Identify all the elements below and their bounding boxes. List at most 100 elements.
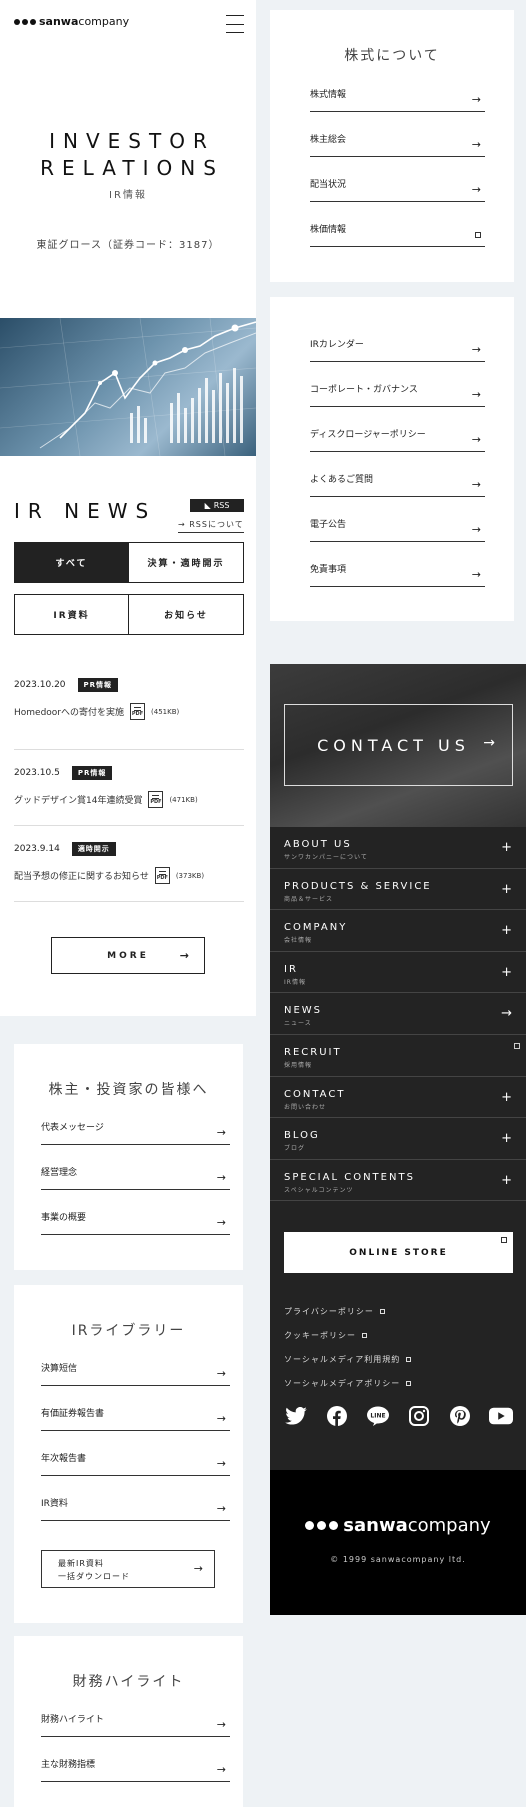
- news-headline[interactable]: 配当予想の修正に関するお知らせ: [14, 869, 149, 882]
- arrow-right-icon: →: [216, 1763, 226, 1776]
- pinterest-icon[interactable]: [448, 1404, 472, 1428]
- news-badge: 適時開示: [71, 842, 116, 856]
- menu-item-special-contents[interactable]: SPECIAL CONTENTS スペシャルコンテンツ +: [270, 1160, 526, 1202]
- menu-label-jp: サンワカンパニーについて: [284, 854, 368, 861]
- tab-financial-disclosure[interactable]: 決算・適時開示: [129, 542, 244, 583]
- logo-light-text: company: [78, 15, 130, 28]
- rss-about-label: RSSについて: [189, 520, 244, 529]
- link-annual-report[interactable]: 年次報告書 →: [41, 1431, 230, 1476]
- tab-ir-materials[interactable]: IR資料: [14, 594, 129, 635]
- link-disclosure-policy[interactable]: ディスクロージャーポリシー →: [310, 407, 485, 452]
- arrow-right-icon: →: [216, 1457, 226, 1470]
- arrow-right-icon: →: [471, 568, 481, 581]
- footer-logo-bold: sanwa: [343, 1515, 408, 1536]
- instagram-icon[interactable]: [407, 1404, 431, 1428]
- plus-icon[interactable]: +: [501, 840, 512, 855]
- plus-icon[interactable]: +: [501, 1131, 512, 1146]
- rss-button[interactable]: ◣ RSS: [190, 499, 244, 512]
- bulk-download-button[interactable]: 最新IR資料 一括ダウンロード →: [41, 1550, 215, 1588]
- youtube-icon[interactable]: [489, 1404, 513, 1428]
- menu-item-products[interactable]: PRODUCTS & SERVICE 商品＆サービス +: [270, 869, 526, 911]
- arrow-right-icon: →: [471, 478, 481, 491]
- plus-icon[interactable]: +: [501, 1090, 512, 1105]
- link-label: 配当状況: [310, 180, 347, 190]
- news-item[interactable]: 2023.9.14 適時開示 配当予想の修正に関するお知らせ PDF (373K…: [14, 826, 244, 902]
- link-financial-indicators[interactable]: 主な財務指標 →: [41, 1737, 230, 1782]
- news-headline[interactable]: Homedoorへの寄付を実施: [14, 705, 124, 718]
- ir-links: IRカレンダー → コーポレート・ガバナンス → ディスクロージャーポリシー → よく…: [310, 317, 485, 587]
- plus-icon[interactable]: +: [501, 1173, 512, 1188]
- menu-item-blog[interactable]: BLOG ブログ +: [270, 1118, 526, 1160]
- link-label: 決算短信: [41, 1364, 78, 1374]
- link-message[interactable]: 代表メッセージ →: [41, 1100, 230, 1145]
- left-column: sanwa company INVESTOR RELATIONS IR情報 東証グ…: [0, 0, 256, 1807]
- logo-dots-icon: [14, 18, 36, 25]
- site-footer: sanwa company © 1999 sanwacompany ltd.: [270, 1470, 526, 1615]
- online-store-button[interactable]: ONLINE STORE: [284, 1232, 513, 1273]
- menu-item-recruit[interactable]: RECRUIT 採用情報: [270, 1035, 526, 1077]
- link-stock-info[interactable]: 株式情報 →: [310, 67, 485, 112]
- link-social-media-terms[interactable]: ソーシャルメディア利用規約: [284, 1347, 412, 1371]
- plus-icon[interactable]: +: [501, 923, 512, 938]
- menu-item-about[interactable]: ABOUT US サンワカンパニーについて +: [270, 827, 526, 869]
- twitter-icon[interactable]: [284, 1404, 308, 1428]
- arrow-right-icon: →: [216, 1216, 226, 1229]
- link-corporate-governance[interactable]: コーポレート・ガバナンス →: [310, 362, 485, 407]
- menu-label-jp: ブログ: [284, 1145, 306, 1153]
- financial-links: 財務ハイライト → 主な財務指標 →: [41, 1692, 230, 1782]
- link-ir-calendar[interactable]: IRカレンダー →: [310, 317, 485, 362]
- rss-about-link[interactable]: → RSSについて: [178, 519, 244, 533]
- link-shareholders-meeting[interactable]: 株主総会 →: [310, 112, 485, 157]
- hamburger-menu-icon[interactable]: [226, 15, 244, 33]
- stock-title: 株式について: [344, 48, 440, 64]
- plus-icon[interactable]: +: [501, 882, 512, 897]
- tab-notices[interactable]: お知らせ: [129, 594, 244, 635]
- menu-item-contact[interactable]: CONTACT お問い合わせ +: [270, 1077, 526, 1119]
- hero-section: sanwa company INVESTOR RELATIONS IR情報 東証グ…: [0, 0, 256, 318]
- plus-icon[interactable]: +: [501, 965, 512, 980]
- link-privacy-policy[interactable]: プライバシーポリシー: [284, 1299, 411, 1323]
- link-stock-price[interactable]: 株価情報: [310, 202, 485, 247]
- news-headline[interactable]: グッドデザイン賞14年連続受賞: [14, 793, 142, 806]
- contact-us-button[interactable]: CONTACT US →: [284, 704, 513, 786]
- financial-highlights-card: 財務ハイライト 財務ハイライト → 主な財務指標 →: [14, 1636, 243, 1807]
- link-label: 電子公告: [310, 520, 347, 530]
- tab-all[interactable]: すべて: [14, 542, 129, 583]
- link-disclaimer[interactable]: 免責事項 →: [310, 542, 485, 587]
- line-icon[interactable]: LINE: [366, 1404, 390, 1428]
- link-earnings-report[interactable]: 決算短信 →: [41, 1341, 230, 1386]
- link-faq[interactable]: よくあるご質問 →: [310, 452, 485, 497]
- policy-label: プライバシーポリシー: [284, 1306, 374, 1316]
- link-label: 事業の概要: [41, 1213, 87, 1223]
- link-public-notice[interactable]: 電子公告 →: [310, 497, 485, 542]
- menu-label-en: IR: [284, 963, 298, 975]
- menu-label-en: PRODUCTS & SERVICE: [284, 880, 432, 892]
- link-label: 株式情報: [310, 90, 347, 100]
- link-label: ディスクロージャーポリシー: [310, 430, 426, 440]
- site-navigation-panel: CONTACT US → ABOUT US サンワカンパニーについて + PRODU…: [270, 664, 526, 1470]
- file-size: (373KB): [175, 871, 205, 880]
- link-social-media-policy[interactable]: ソーシャルメディアポリシー: [284, 1371, 412, 1395]
- site-logo[interactable]: sanwa company: [14, 15, 129, 28]
- arrow-right-icon: →: [193, 1562, 204, 1575]
- news-date: 2023.10.5: [14, 768, 60, 778]
- link-securities-report[interactable]: 有価証券報告書 →: [41, 1386, 230, 1431]
- menu-item-ir[interactable]: IR IR情報 +: [270, 952, 526, 994]
- news-item[interactable]: 2023.10.5 PR情報 グッドデザイン賞14年連続受賞 PDF (471K…: [14, 750, 244, 826]
- link-business-overview[interactable]: 事業の概要 →: [41, 1190, 230, 1235]
- link-financial-highlights[interactable]: 財務ハイライト →: [41, 1692, 230, 1737]
- link-ir-materials[interactable]: IR資料 →: [41, 1476, 230, 1521]
- link-cookie-policy[interactable]: クッキーポリシー: [284, 1323, 411, 1347]
- menu-item-company[interactable]: COMPANY 会社情報 +: [270, 910, 526, 952]
- link-philosophy[interactable]: 経営理念 →: [41, 1145, 230, 1190]
- more-button[interactable]: MORE →: [51, 937, 205, 974]
- arrow-right-icon: →: [471, 183, 481, 196]
- shareholders-title: 株主・投資家の皆様へ: [48, 1082, 209, 1098]
- menu-item-news[interactable]: NEWS ニュース →: [270, 993, 526, 1035]
- news-item[interactable]: 2023.10.20 PR情報 Homedoorへの寄付を実施 PDF (451…: [14, 674, 244, 750]
- page-title-line2: RELATIONS: [40, 156, 224, 180]
- facebook-icon[interactable]: [325, 1404, 349, 1428]
- footer-logo[interactable]: sanwa company: [270, 1515, 526, 1536]
- link-dividend[interactable]: 配当状況 →: [310, 157, 485, 202]
- online-store-label: ONLINE STORE: [349, 1247, 448, 1258]
